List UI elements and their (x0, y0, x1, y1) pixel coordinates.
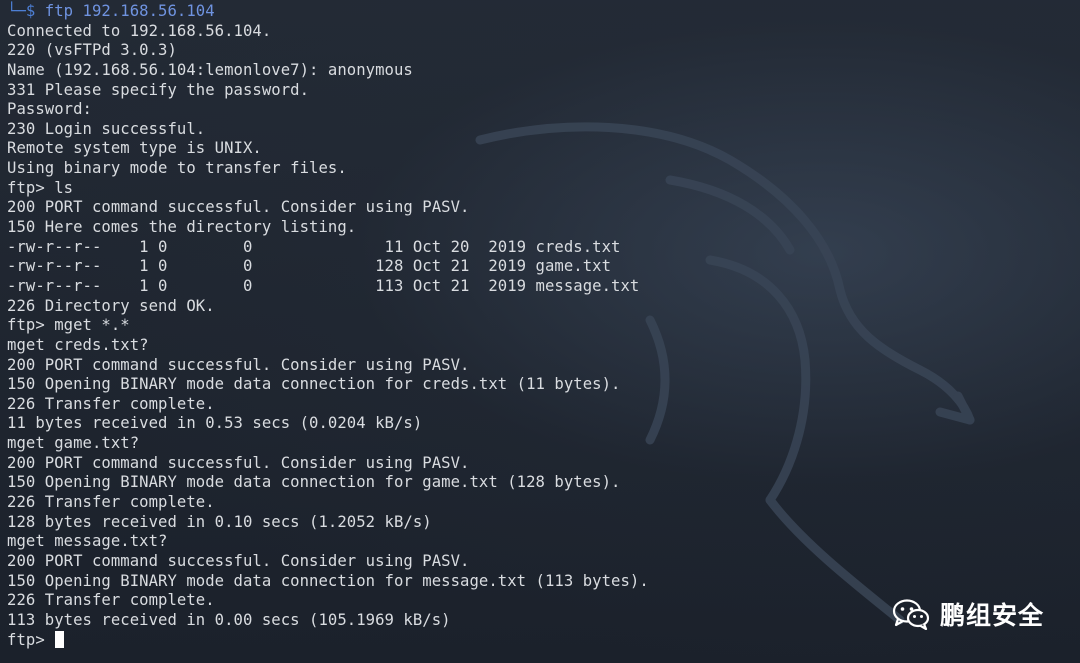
wechat-watermark: 鹏组安全 (892, 596, 1044, 632)
output-line: 226 Directory send OK. (7, 296, 215, 315)
output-line: -rw-r--r-- 1 0 0 113 Oct 21 2019 message… (7, 276, 640, 295)
output-line: mget message.txt? (7, 532, 168, 551)
ftp-input-line[interactable]: ftp> (7, 630, 1080, 651)
output-line: 331 Please specify the password. (7, 80, 310, 99)
output-line: Name (192.168.56.104:lemonlove7): anonym… (7, 60, 413, 79)
output-line: 226 Transfer complete. (7, 493, 215, 512)
watermark-text: 鹏组安全 (939, 601, 1044, 630)
output-line: ftp> mget *.* (7, 316, 130, 335)
output-line: -rw-r--r-- 1 0 0 11 Oct 20 2019 creds.tx… (7, 237, 621, 256)
output-line: 128 bytes received in 0.10 secs (1.2052 … (7, 512, 432, 531)
shell-prompt-line: └─$ ftp 192.168.56.104 (7, 2, 1080, 22)
output-line: 220 (vsFTPd 3.0.3) (7, 41, 177, 60)
output-line: 200 PORT command successful. Consider us… (7, 198, 470, 217)
output-line: Password: (7, 100, 92, 119)
output-line: 150 Opening BINARY mode data connection … (7, 375, 621, 394)
ftp-input-prompt: ftp> (7, 630, 55, 649)
output-line: 200 PORT command successful. Consider us… (7, 551, 470, 570)
output-line: -rw-r--r-- 1 0 0 128 Oct 21 2019 game.tx… (7, 257, 612, 276)
output-line: 150 Here comes the directory listing. (7, 218, 357, 237)
text-cursor[interactable] (55, 630, 65, 648)
prompt-command: ftp 192.168.56.104 (44, 2, 215, 20)
prompt-symbol: └─$ (7, 2, 36, 20)
terminal-window[interactable]: └─$ ftp 192.168.56.104 Connected to 192.… (0, 0, 1080, 663)
output-line: Connected to 192.168.56.104. (7, 21, 272, 40)
wechat-icon (892, 599, 930, 630)
output-line: Using binary mode to transfer files. (7, 159, 347, 178)
output-line: 200 PORT command successful. Consider us… (7, 453, 470, 472)
output-line: mget game.txt? (7, 434, 140, 453)
output-line: mget creds.txt? (7, 335, 149, 354)
output-line: 230 Login successful. (7, 119, 206, 138)
output-line: 11 bytes received in 0.53 secs (0.0204 k… (7, 414, 423, 433)
output-line: 200 PORT command successful. Consider us… (7, 355, 470, 374)
output-line: 150 Opening BINARY mode data connection … (7, 571, 649, 590)
terminal-output: └─$ ftp 192.168.56.104 Connected to 192.… (7, 2, 1080, 650)
output-line: 150 Opening BINARY mode data connection … (7, 473, 621, 492)
output-line: Remote system type is UNIX. (7, 139, 262, 158)
output-line: ftp> ls (7, 178, 74, 197)
output-line: 226 Transfer complete. (7, 394, 215, 413)
